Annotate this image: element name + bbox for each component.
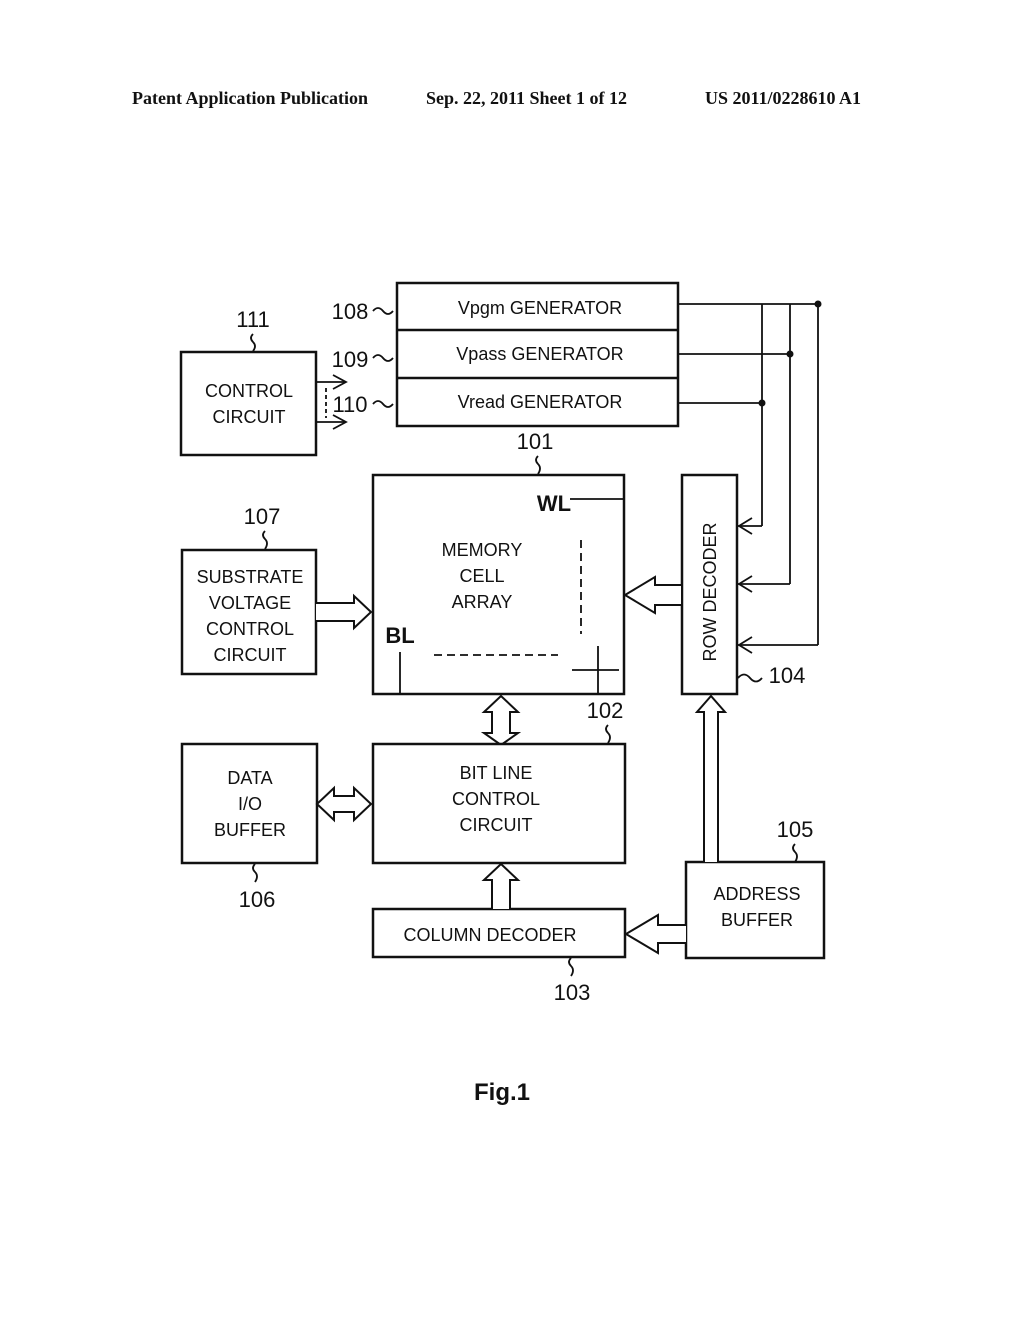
ref-102: 102 (587, 698, 624, 723)
block-arrow-up-icon (694, 694, 728, 862)
leader-105 (792, 843, 798, 863)
ref-109: 109 (332, 347, 369, 372)
block-arrow-left-icon (624, 913, 686, 955)
control-circuit: CONTROL CIRCUIT 111 (179, 307, 348, 457)
leader-103 (568, 957, 574, 977)
double-arrow-horizontal-icon (315, 785, 373, 823)
junction-dot (758, 399, 766, 407)
ref-104: 104 (769, 663, 806, 688)
address-line-2: BUFFER (721, 910, 793, 930)
vpgm-generator-label: Vpgm GENERATOR (458, 298, 622, 318)
leader-111 (250, 333, 256, 352)
generator-stack: Vpgm GENERATOR Vpass GENERATOR Vread GEN… (332, 281, 680, 428)
leader-107 (262, 530, 268, 550)
substrate-line-1: SUBSTRATE (197, 567, 304, 587)
control-line-2: CIRCUIT (213, 407, 286, 427)
memory-line-3: ARRAY (452, 592, 513, 612)
figure-label: Fig.1 (474, 1079, 530, 1106)
ref-106: 106 (239, 887, 276, 912)
leader-109 (372, 354, 394, 362)
junction-dot (786, 350, 794, 358)
leader-110 (372, 400, 394, 408)
wl-label: WL (537, 491, 571, 516)
address-line-1: ADDRESS (713, 884, 800, 904)
substrate-line-3: CONTROL (206, 619, 294, 639)
ref-105: 105 (777, 817, 814, 842)
bitline-line-1: BIT LINE (460, 763, 533, 783)
bl-label: BL (385, 623, 414, 648)
memory-line-2: CELL (459, 566, 504, 586)
vpass-generator-label: Vpass GENERATOR (456, 344, 623, 364)
substrate-line-4: CIRCUIT (214, 645, 287, 665)
control-circuit-box (179, 350, 318, 457)
leader-104 (737, 673, 763, 683)
data-io-buffer: DATA I/O BUFFER 106 (180, 742, 373, 912)
dataio-line-1: DATA (227, 768, 272, 788)
double-arrow-vertical-icon (480, 694, 522, 747)
substrate-line-2: VOLTAGE (209, 593, 291, 613)
dataio-line-3: BUFFER (214, 820, 286, 840)
memory-line-1: MEMORY (442, 540, 523, 560)
block-diagram: Vpgm GENERATOR Vpass GENERATOR Vread GEN… (179, 281, 826, 1106)
bitline-line-3: CIRCUIT (460, 815, 533, 835)
leader-101 (535, 455, 541, 475)
memory-cell-array: MEMORY CELL ARRAY WL BL 101 (371, 429, 626, 696)
ref-103: 103 (554, 980, 591, 1005)
leader-106 (252, 863, 258, 883)
ref-108: 108 (332, 299, 369, 324)
column-decoder: COLUMN DECODER 103 (371, 862, 627, 1005)
block-arrow-right-icon (316, 593, 373, 631)
address-buffer: ADDRESS BUFFER 105 (624, 694, 826, 960)
substrate-voltage-control: SUBSTRATE VOLTAGE CONTROL CIRCUIT 107 (180, 504, 373, 676)
control-line-1: CONTROL (205, 381, 293, 401)
block-arrow-left-icon (623, 575, 683, 615)
column-decoder-label: COLUMN DECODER (403, 925, 576, 945)
vread-generator-label: Vread GENERATOR (458, 392, 623, 412)
bitline-line-2: CONTROL (452, 789, 540, 809)
block-arrow-up-icon (481, 862, 521, 909)
leader-102 (605, 724, 611, 744)
junction-dot (814, 300, 822, 308)
row-decoder-label: ROW DECODER (700, 523, 720, 662)
leader-108 (372, 307, 394, 315)
dataio-line-2: I/O (238, 794, 262, 814)
ref-110: 110 (332, 392, 367, 417)
ref-111: 111 (236, 307, 269, 332)
ref-101: 101 (517, 429, 554, 454)
ref-107: 107 (244, 504, 281, 529)
